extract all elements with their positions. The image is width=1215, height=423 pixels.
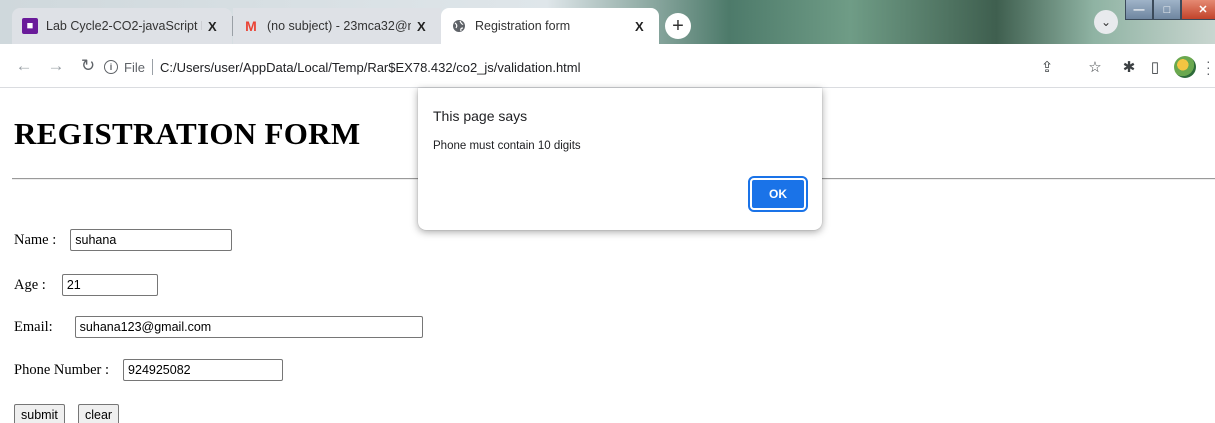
email-row: Email:: [14, 316, 423, 338]
divider: [151, 59, 153, 75]
tab-search-icon[interactable]: ⌄: [1094, 10, 1118, 34]
purple-square-icon: ■: [22, 18, 38, 34]
info-icon[interactable]: i: [104, 60, 118, 74]
dialog-title: This page says: [433, 108, 528, 124]
close-icon[interactable]: X: [208, 19, 222, 34]
tab-title: (no subject) - 23mca32@mgits.ac: [267, 19, 411, 33]
url-scheme: File: [124, 59, 145, 75]
minimize-icon[interactable]: —: [1125, 0, 1153, 20]
bookmark-star-icon[interactable]: ☆: [1084, 56, 1106, 78]
maximize-icon[interactable]: □: [1153, 0, 1181, 20]
phone-input[interactable]: [123, 359, 284, 381]
browser-toolbar: ← → ↻ i File C:/Users/user/AppData/Local…: [0, 44, 1215, 88]
new-tab-button[interactable]: +: [665, 13, 691, 39]
address-bar[interactable]: i File C:/Users/user/AppData/Local/Temp/…: [104, 52, 1124, 82]
menu-dots-icon[interactable]: · · ·: [1206, 54, 1211, 80]
window-close-icon[interactable]: ✕: [1181, 0, 1215, 20]
extensions-puzzle-icon[interactable]: ✱: [1118, 56, 1140, 78]
age-label: Age :: [14, 276, 46, 293]
tab-strip: ■ Lab Cycle2-CO2-javaScript Progra X M (…: [0, 0, 1215, 44]
page-title: REGISTRATION FORM: [14, 116, 361, 151]
email-input[interactable]: [74, 316, 423, 338]
back-arrow-icon[interactable]: ←: [12, 54, 36, 78]
phone-label: Phone Number :: [14, 361, 110, 378]
ok-button[interactable]: OK: [748, 176, 808, 212]
clear-button[interactable]: clear: [78, 404, 120, 423]
name-label: Name :: [14, 231, 57, 248]
globe-icon: [451, 18, 467, 34]
window-controls: — □ ✕: [1125, 0, 1215, 22]
gmail-icon: M: [245, 18, 257, 34]
profile-avatar[interactable]: [1174, 56, 1196, 78]
url-text: C:/Users/user/AppData/Local/Temp/Rar$EX7…: [159, 59, 581, 75]
age-input[interactable]: [61, 274, 158, 296]
name-row: Name :: [14, 229, 233, 251]
tab-title: Registration form: [475, 19, 571, 33]
close-icon[interactable]: X: [417, 19, 431, 34]
share-icon[interactable]: ⇪: [1036, 56, 1058, 78]
side-panel-icon[interactable]: ▯: [1144, 56, 1166, 78]
age-row: Age :: [14, 274, 158, 296]
email-label: Email:: [14, 318, 53, 335]
reload-icon[interactable]: ↻: [76, 54, 100, 78]
close-icon[interactable]: X: [635, 19, 649, 34]
alert-dialog: This page says Phone must contain 10 dig…: [418, 88, 822, 230]
submit-button[interactable]: submit: [14, 404, 65, 423]
tab-title: Lab Cycle2-CO2-javaScript Progra: [46, 19, 202, 33]
phone-row: Phone Number :: [14, 359, 284, 381]
name-input[interactable]: [70, 229, 233, 251]
forward-arrow-icon[interactable]: →: [44, 54, 68, 78]
tab-gmail[interactable]: M (no subject) - 23mca32@mgits.ac X: [233, 8, 441, 44]
dialog-message: Phone must contain 10 digits: [433, 140, 581, 152]
tab-registration-form[interactable]: Registration form X: [441, 8, 659, 44]
tab-lab-cycle[interactable]: ■ Lab Cycle2-CO2-javaScript Progra X: [12, 8, 232, 44]
